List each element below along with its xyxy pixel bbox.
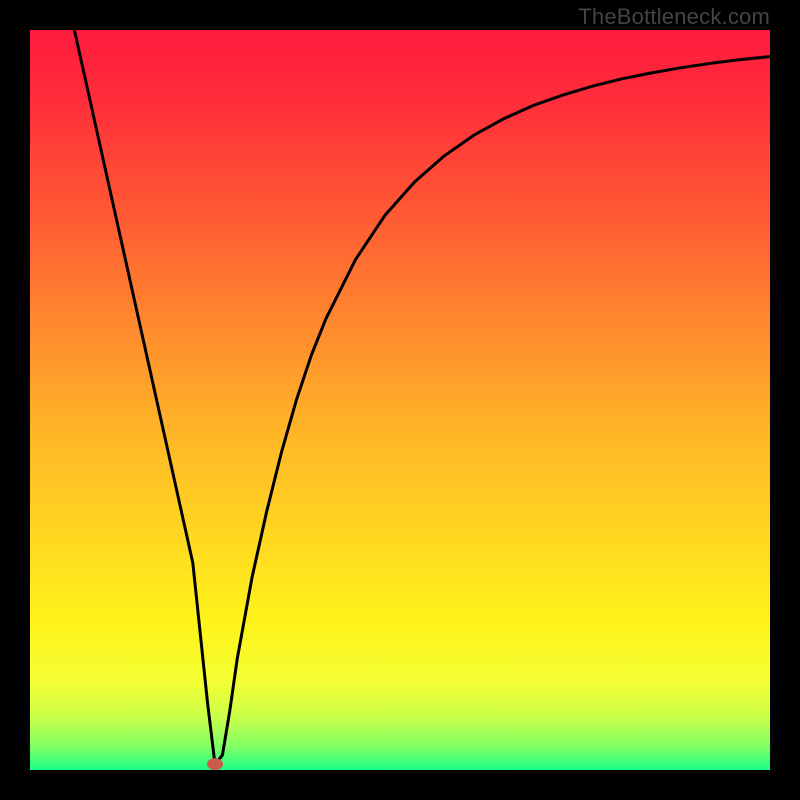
minimum-marker xyxy=(207,758,223,770)
chart-frame xyxy=(30,30,770,770)
watermark-text: TheBottleneck.com xyxy=(578,4,770,30)
chart-svg xyxy=(30,30,770,770)
gradient-background xyxy=(30,30,770,770)
